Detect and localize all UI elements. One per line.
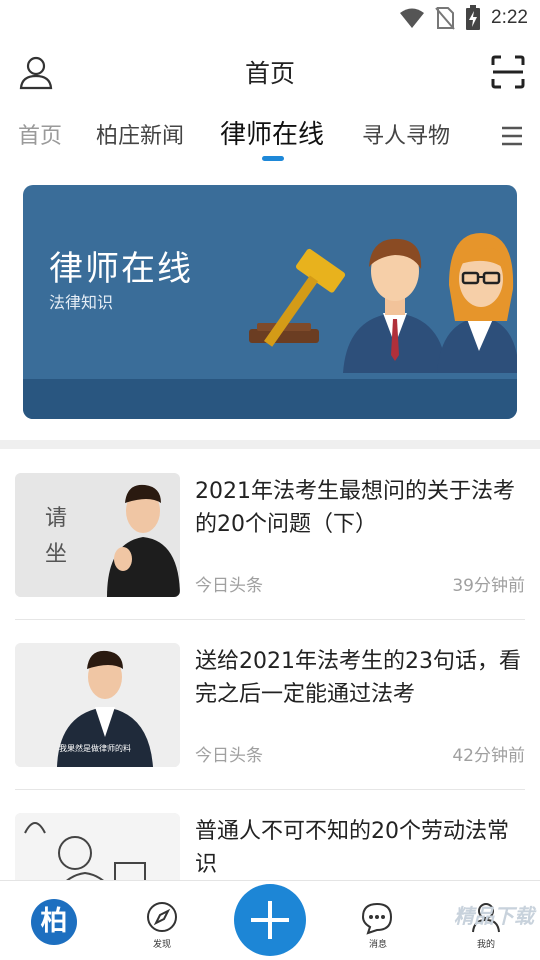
category-tabs: 首页 柏庄新闻 律师在线 寻人寻物 <box>0 108 540 164</box>
thumb-caption: 我果然是做律师的料 <box>59 744 131 753</box>
publish-button[interactable] <box>234 884 306 956</box>
news-thumbnail: 我果然是做律师的料 <box>15 643 180 767</box>
tab-home[interactable]: 首页 <box>18 118 62 150</box>
app-header: 首页 <box>0 36 540 108</box>
news-source: 今日头条 <box>195 746 263 766</box>
news-thumbnail: 请 坐 <box>15 473 180 597</box>
nav-label: 我的 <box>476 940 495 950</box>
nav-label: 发现 <box>152 940 171 950</box>
status-time: 2:22 <box>491 7 528 28</box>
page-title: 首页 <box>244 59 295 88</box>
man-lawyer <box>343 238 447 373</box>
status-bar: 2:22 <box>0 0 540 36</box>
tab-baizhuang-news[interactable]: 柏庄新闻 <box>96 118 184 150</box>
news-separator <box>15 619 525 620</box>
banner-subtitle: 法律知识 <box>49 293 114 312</box>
tab-lost-found[interactable]: 寻人寻物 <box>362 118 450 150</box>
nav-messages[interactable]: 消息 <box>338 881 418 960</box>
battery-charging-icon <box>466 5 481 30</box>
active-tab-indicator <box>262 156 284 161</box>
compass-icon <box>147 902 177 932</box>
wifi-icon <box>400 8 425 28</box>
news-thumb-image-1 <box>15 473 180 597</box>
news-title: 普通人不可不知的20个劳动法常识 <box>195 819 509 877</box>
scan-icon[interactable] <box>490 54 526 90</box>
status-icons: 2:22 <box>399 5 528 31</box>
nav-discover[interactable]: 发现 <box>122 881 202 960</box>
news-time: 39分钟前 <box>452 576 525 596</box>
plus-icon <box>251 901 289 939</box>
tab-lawyer-online[interactable]: 律师在线 <box>220 114 324 151</box>
watermark: 精品下载 <box>454 904 534 928</box>
woman-lawyer <box>437 233 517 373</box>
banner-floor <box>23 379 517 419</box>
no-sim-icon <box>435 7 455 30</box>
news-time: 42分钟前 <box>452 746 525 766</box>
news-title: 送给2021年法考生的23句话，看完之后一定能通过法考 <box>195 649 521 707</box>
lawyers-illustration <box>249 233 517 373</box>
thumb-text: 请 <box>45 506 68 531</box>
news-title: 2021年法考生最想问的关于法考的20个问题（下） <box>195 479 515 537</box>
section-divider <box>0 440 540 449</box>
home-logo-icon: 柏 <box>31 899 77 945</box>
lawyer-online-banner[interactable]: 律师在线 法律知识 <box>23 185 517 419</box>
message-icon <box>361 902 393 935</box>
nav-home[interactable]: 柏 <box>14 881 94 960</box>
news-item[interactable]: 请 坐 2021年法考生最想问的关于法考的20个问题（下） 今日头条 39分钟前 <box>15 473 525 597</box>
nav-label: 消息 <box>368 940 387 950</box>
gavel-base <box>249 329 319 343</box>
banner-title: 律师在线 <box>49 249 193 289</box>
menu-icon[interactable] <box>498 122 526 150</box>
news-item[interactable]: 我果然是做律师的料 送给2021年法考生的23句话，看完之后一定能通过法考 今日… <box>15 643 525 767</box>
thumb-text: 坐 <box>45 542 68 567</box>
home-logo-glyph: 柏 <box>40 906 68 937</box>
news-separator <box>15 789 525 790</box>
news-source: 今日头条 <box>195 576 263 596</box>
